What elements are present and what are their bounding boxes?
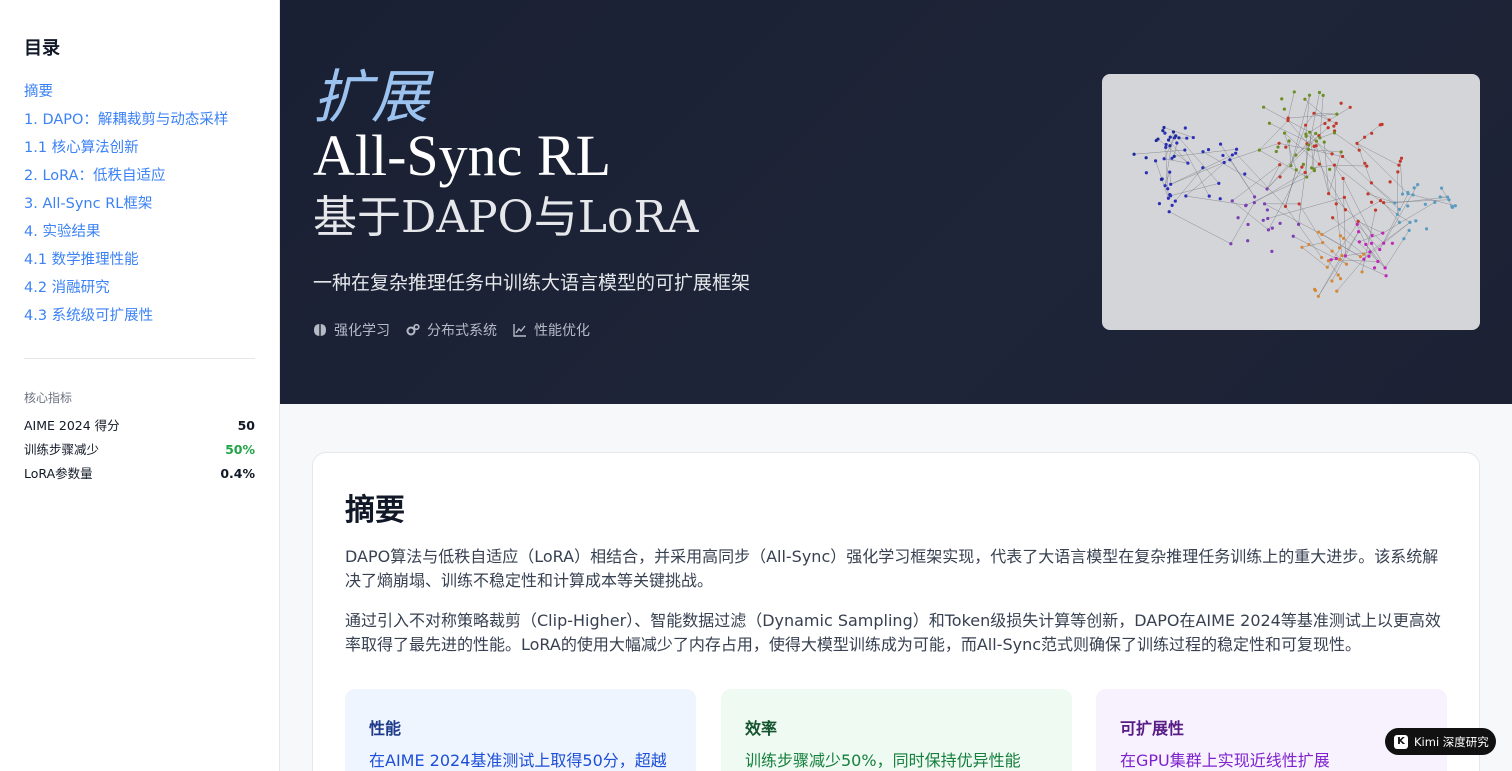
hero-tags: 强化学习 分布式系统 性能优化	[313, 320, 590, 340]
feature-text: 训练步骤减少50%，同时保持优异性能	[745, 751, 1021, 770]
kimi-research-badge[interactable]: K Kimi 深度研究	[1385, 728, 1496, 755]
toc-item-ablation[interactable]: 4.2 消融研究	[24, 274, 255, 302]
toc-item-scalability[interactable]: 4.3 系统级可扩展性	[24, 302, 255, 330]
metric-value: 0.4%	[220, 466, 255, 481]
toc-item-math-reasoning[interactable]: 4.1 数学推理性能	[24, 246, 255, 274]
abstract-paragraph-1: DAPO算法与低秩自适应（LoRA）相结合，并采用高同步（All-Sync）强化…	[345, 547, 1439, 590]
chart-line-icon	[513, 324, 526, 337]
toc-list: 摘要 1. DAPO：解耦裁剪与动态采样 1.1 核心算法创新 2. LoRA：…	[24, 78, 255, 330]
hero-subtitle: 基于DAPO与LoRA	[313, 192, 699, 243]
tag-rl: 强化学习	[313, 320, 390, 340]
metric-row-steps: 训练步骤减少 50%	[24, 438, 255, 462]
toc-item-all-sync[interactable]: 3. All-Sync RL框架	[24, 190, 255, 218]
toc-item-experiments[interactable]: 4. 实验结果	[24, 218, 255, 246]
tag-distributed: 分布式系统	[406, 320, 497, 340]
metric-row-aime: AIME 2024 得分 50	[24, 414, 255, 438]
metric-label: LoRA参数量	[24, 466, 93, 481]
tag-label: 性能优化	[534, 323, 590, 339]
tag-label: 强化学习	[334, 323, 390, 339]
feature-card-efficiency: 效率 训练步骤减少50%，同时保持优异性能	[721, 689, 1072, 771]
gears-icon	[406, 323, 420, 336]
toc-item-abstract[interactable]: 摘要	[24, 78, 255, 106]
toc-item-core-algorithm[interactable]: 1.1 核心算法创新	[24, 134, 255, 162]
toc-title: 目录	[24, 38, 60, 59]
feature-title: 可扩展性	[1120, 719, 1185, 738]
sidebar: 目录 摘要 1. DAPO：解耦裁剪与动态采样 1.1 核心算法创新 2. Lo…	[0, 0, 280, 771]
metric-label: AIME 2024 得分	[24, 418, 120, 433]
tag-performance: 性能优化	[513, 320, 590, 340]
hero-title: All-Sync RL	[313, 123, 612, 188]
tag-label: 分布式系统	[427, 323, 497, 339]
feature-text: 在AIME 2024基准测试上取得50分，超越	[369, 751, 667, 770]
toc-item-lora[interactable]: 2. LoRA：低秩自适应	[24, 162, 255, 190]
hero-description: 一种在复杂推理任务中训练大语言模型的可扩展框架	[313, 272, 751, 294]
metric-row-lora-params: LoRA参数量 0.4%	[24, 462, 255, 486]
abstract-paragraph-2: 通过引入不对称策略裁剪（Clip-Higher）、智能数据过滤（Dynamic …	[345, 611, 1441, 654]
feature-title: 效率	[745, 719, 778, 738]
feature-title: 性能	[369, 719, 402, 738]
badge-label: Kimi 深度研究	[1414, 734, 1489, 749]
toc-item-dapo[interactable]: 1. DAPO：解耦裁剪与动态采样	[24, 106, 255, 134]
divider	[24, 358, 255, 359]
network-graph-image	[1102, 74, 1480, 330]
kimi-logo-icon: K	[1394, 734, 1408, 749]
feature-text: 在GPU集群上实现近线性扩展	[1120, 751, 1330, 770]
abstract-title: 摘要	[345, 493, 405, 528]
brain-icon	[314, 324, 326, 336]
metric-value: 50%	[225, 442, 255, 457]
hero-banner: 扩展 All-Sync RL 基于DAPO与LoRA 一种在复杂推理任务中训练大…	[280, 0, 1512, 404]
hero-italic-heading: 扩展	[313, 63, 430, 131]
feature-card-performance: 性能 在AIME 2024基准测试上取得50分，超越	[345, 689, 696, 771]
abstract-card: 摘要 DAPO算法与低秩自适应（LoRA）相结合，并采用高同步（All-Sync…	[312, 452, 1480, 771]
metric-value: 50	[237, 418, 255, 433]
metric-label: 训练步骤减少	[24, 442, 100, 457]
metrics-title: 核心指标	[24, 391, 73, 405]
